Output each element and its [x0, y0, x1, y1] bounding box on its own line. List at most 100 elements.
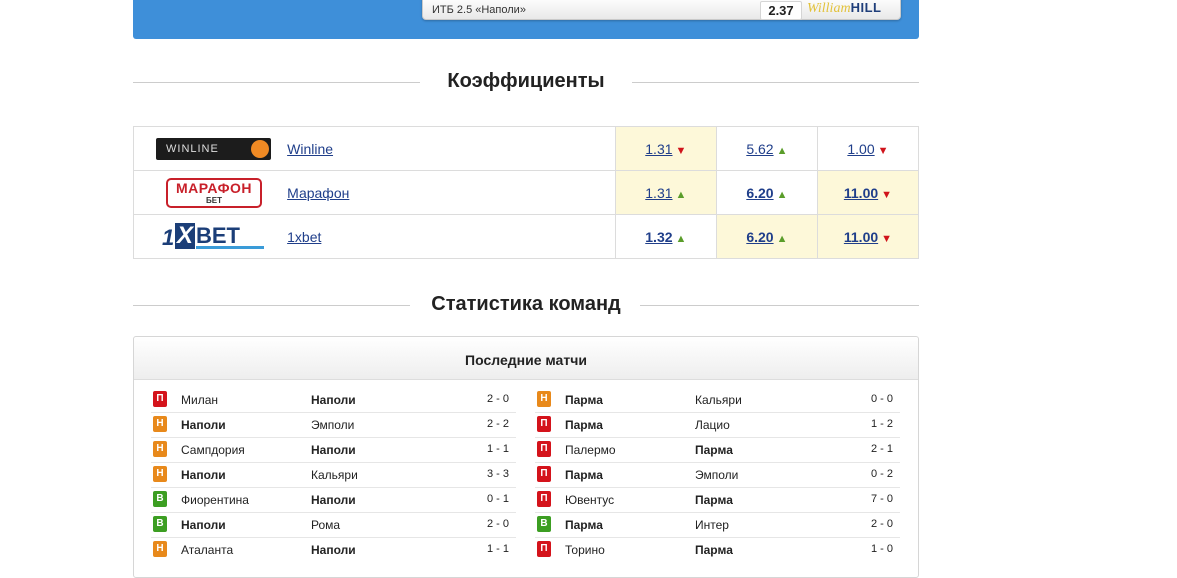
bookmaker-link[interactable]: Марафон [287, 185, 349, 201]
match-row[interactable]: Н Наполи Кальяри 3 - 3 [151, 463, 516, 488]
odd-cell: 5.62 ▲ [715, 126, 818, 171]
home-team: Фиорентина [181, 493, 249, 507]
match-row[interactable]: В Парма Интер 2 - 0 [535, 513, 900, 538]
bookmaker-logo-cell: 1 X BET [133, 214, 288, 259]
logo-text: МАРАФОН [175, 179, 253, 196]
away-team: Интер [695, 518, 729, 532]
odds-row: 1 X BET 1xbet 1.32 ▲ 6.20 ▲ 11.00 ▼ [133, 214, 919, 259]
odd-cell: 6.20 ▲ [715, 170, 818, 215]
result-badge: В [153, 491, 167, 507]
odds-title: Коэффициенты [447, 70, 605, 92]
william-hill-logo[interactable]: WilliamHILL [807, 0, 881, 17]
home-team: Наполи [181, 468, 226, 482]
odd-cell: 1.31 ▲ [614, 170, 717, 215]
result-badge: Н [153, 441, 167, 457]
winline-logo[interactable]: WINLINE [156, 137, 271, 160]
featured-bet-label: ИТБ 2.5 «Наполи» [432, 4, 526, 16]
home-team: Парма [565, 518, 603, 532]
away-team: Парма [695, 493, 733, 507]
match-row[interactable]: П Ювентус Парма 7 - 0 [535, 488, 900, 513]
odd-cell: 11.00 ▼ [816, 170, 919, 215]
arrow-up-icon: ▲ [675, 188, 687, 201]
match-row[interactable]: Н Наполи Эмполи 2 - 2 [151, 413, 516, 438]
team1-matches-list: П Милан Наполи 2 - 0 Н Наполи Эмполи 2 - 2 Н Самп… [151, 388, 516, 562]
odds-section-title: Коэффициенты [133, 70, 919, 94]
result-badge: П [537, 541, 551, 557]
featured-bet[interactable]: ИТБ 2.5 «Наполи» 2.37 WilliamHILL [422, 0, 901, 20]
result-badge: П [537, 466, 551, 482]
away-team: Наполи [311, 443, 356, 457]
odd-cell: 6.20 ▲ [715, 214, 818, 259]
result-badge: Н [537, 391, 551, 407]
bookmaker-link[interactable]: 1xbet [287, 229, 321, 245]
result-badge: Н [153, 416, 167, 432]
odds-table: WINLINE Winline 1.31 ▼ 5.62 ▲ 1.00 ▼ МАРАФОН БЕТ М… [133, 126, 919, 259]
match-score: 7 - 0 [870, 493, 893, 505]
away-team: Парма [695, 543, 733, 557]
arrow-up-icon: ▲ [776, 144, 788, 157]
1xbet-logo[interactable]: 1 X BET [162, 222, 266, 252]
bookmaker-name-cell: Winline [287, 126, 616, 171]
marathon-logo[interactable]: МАРАФОН БЕТ [166, 177, 262, 208]
match-row[interactable]: Н Парма Кальяри 0 - 0 [535, 388, 900, 413]
home-team: Милан [181, 393, 219, 407]
arrow-down-icon: ▼ [675, 144, 687, 157]
away-team: Парма [695, 443, 733, 457]
odd-value-link[interactable]: 6.20 [746, 185, 773, 201]
result-badge: П [153, 391, 167, 407]
odd-cell: 11.00 ▼ [816, 214, 919, 259]
match-score: 1 - 1 [486, 543, 509, 555]
arrow-up-icon: ▲ [675, 232, 687, 245]
match-score: 1 - 1 [486, 443, 509, 455]
odds-row: МАРАФОН БЕТ Марафон 1.31 ▲ 6.20 ▲ 11.00 ▼ [133, 170, 919, 215]
home-team: Сампдория [181, 443, 245, 457]
match-row[interactable]: Н Сампдория Наполи 1 - 1 [151, 438, 516, 463]
result-badge: Н [153, 466, 167, 482]
away-team: Эмполи [695, 468, 739, 482]
match-row[interactable]: П Милан Наполи 2 - 0 [151, 388, 516, 413]
away-team: Кальяри [695, 393, 742, 407]
logo-underline [196, 245, 264, 249]
match-row[interactable]: Н Аталанта Наполи 1 - 1 [151, 538, 516, 562]
match-row[interactable]: П Парма Лацио 1 - 2 [535, 413, 900, 438]
odd-value-link[interactable]: 1.31 [645, 185, 672, 201]
recent-matches-title: Последние матчи [134, 337, 918, 380]
away-team: Кальяри [311, 468, 358, 482]
result-badge: П [537, 491, 551, 507]
bookmaker-link[interactable]: Winline [287, 141, 333, 157]
bookmaker-name-cell: 1xbet [287, 214, 616, 259]
odd-value-link[interactable]: 1.32 [645, 229, 672, 245]
match-row[interactable]: В Наполи Рома 2 - 0 [151, 513, 516, 538]
odd-value-link[interactable]: 5.62 [746, 141, 773, 157]
odd-value-link[interactable]: 6.20 [746, 229, 773, 245]
logo-text: 1 [162, 224, 175, 250]
home-team: Парма [565, 468, 603, 482]
featured-bet-odd[interactable]: 2.37 [760, 1, 802, 20]
stats-section-title: Статистика команд [133, 293, 919, 317]
away-team: Лацио [695, 418, 730, 432]
match-score: 0 - 0 [870, 393, 893, 405]
match-row[interactable]: П Палермо Парма 2 - 1 [535, 438, 900, 463]
arrow-up-icon: ▲ [776, 232, 788, 245]
result-badge: П [537, 441, 551, 457]
arrow-down-icon: ▼ [881, 232, 893, 245]
odd-value-link[interactable]: 1.00 [847, 141, 874, 157]
odd-value-link[interactable]: 11.00 [844, 229, 878, 245]
match-score: 3 - 3 [486, 468, 509, 480]
match-score: 2 - 1 [870, 443, 893, 455]
match-score: 2 - 2 [486, 418, 509, 430]
home-team: Ювентус [565, 493, 615, 507]
result-badge: В [537, 516, 551, 532]
away-team: Рома [311, 518, 341, 532]
odd-value-link[interactable]: 11.00 [844, 185, 878, 201]
odds-row: WINLINE Winline 1.31 ▼ 5.62 ▲ 1.00 ▼ [133, 126, 919, 171]
stats-title: Статистика команд [431, 293, 621, 315]
match-row[interactable]: П Торино Парма 1 - 0 [535, 538, 900, 562]
match-row[interactable]: В Фиорентина Наполи 0 - 1 [151, 488, 516, 513]
bookmaker-logo-cell: МАРАФОН БЕТ [133, 170, 288, 215]
featured-bet-banner: ИТБ 2.5 «Наполи» 2.37 WilliamHILL [133, 0, 919, 39]
home-team: Палермо [565, 443, 616, 457]
odd-value-link[interactable]: 1.31 [645, 141, 672, 157]
away-team: Наполи [311, 393, 356, 407]
match-row[interactable]: П Парма Эмполи 0 - 2 [535, 463, 900, 488]
